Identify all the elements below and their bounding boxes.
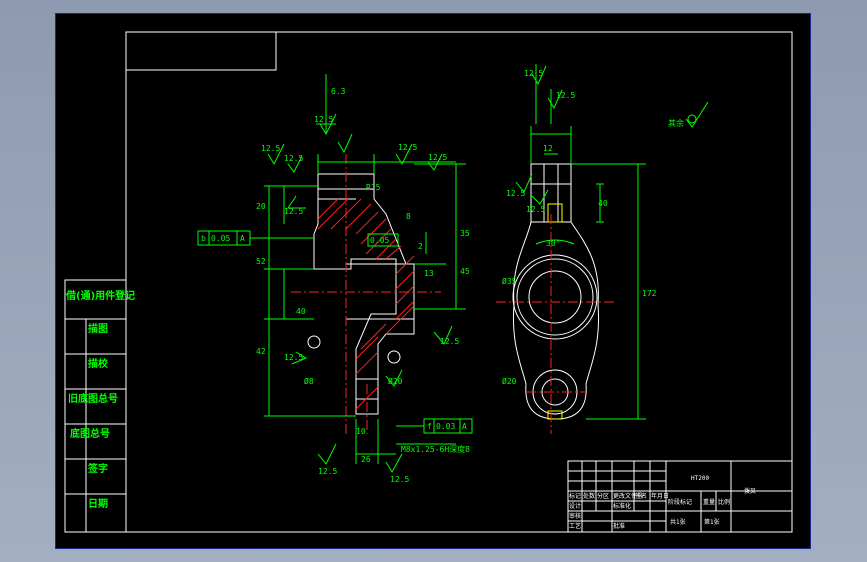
general-roughness-text: 其余 [668, 118, 684, 128]
ra-right-4: 12.5 [526, 205, 545, 214]
gdt1-value: 0.05 [211, 234, 230, 243]
left-dimension-lines [264, 74, 466, 464]
gdt1-datum: A [240, 234, 245, 243]
ra-left-2: 12.5 [284, 154, 303, 163]
left-section-view [291, 154, 441, 434]
ra-left-10: 12.5 [390, 475, 409, 484]
ra-left-8: 12.5 [284, 353, 303, 362]
dim-d20: Ø20 [388, 376, 403, 386]
dim-52: 52 [256, 257, 266, 266]
dim-10: 10 [356, 427, 366, 436]
tb-cell-13: 工艺 [569, 522, 581, 530]
tb-part-name: 拨叉 [744, 487, 756, 495]
ra-left-7: 12.5 [440, 337, 459, 346]
side-row-5: 签字 [87, 462, 108, 475]
dim-42: 42 [256, 347, 266, 356]
ra-right-3: 12.5 [506, 189, 525, 198]
gdt2-datum: A [462, 422, 467, 431]
ra-left-3: 12.5 [314, 115, 333, 124]
tb-cell-3: 分区 [597, 492, 609, 500]
dim-35: 35 [460, 229, 470, 238]
general-roughness-note [685, 101, 709, 128]
tb-cell-11: 比例 [718, 498, 730, 506]
cad-viewport[interactable]: 借(通)用件登记 描图 描校 旧底图总号 底图总号 签字 日期 12.5 12.… [55, 13, 811, 549]
gdt1-symbol: b [201, 234, 206, 243]
dim-13: 13 [424, 269, 434, 278]
ra-left-5: 12.5 [428, 153, 447, 162]
dim-right-30deg: 30° [546, 239, 560, 248]
ra-right-2: 12.5 [556, 91, 575, 100]
dim-45: 45 [460, 267, 470, 276]
side-registration-table [64, 279, 127, 533]
tb-cell-5: 签名 [635, 492, 647, 500]
dim-40: 40 [296, 307, 306, 316]
dim-right-d35: Ø35 [502, 276, 517, 286]
tb-material: HT200 [691, 475, 709, 482]
tb-cell-12: 审核 [569, 512, 581, 520]
top-left-box [125, 31, 277, 71]
tb-cell-6: 年月日 [651, 492, 669, 500]
tolerance-value: 0.05 [370, 236, 389, 245]
dim-r15: R15 [366, 183, 381, 192]
tb-cell-14: 批准 [613, 522, 625, 530]
right-dimension-lines [515, 64, 646, 420]
side-row-1: 描图 [88, 322, 108, 335]
tb-cell-16: 第1张 [704, 518, 720, 526]
dim-26: 26 [361, 455, 371, 464]
dim-d8: Ø8 [304, 376, 314, 386]
ra-left-1: 12.5 [261, 144, 280, 153]
gdt-frame-2 [396, 418, 473, 434]
side-row-2: 描校 [88, 357, 109, 370]
tb-cell-2: 处数 [583, 492, 595, 500]
drawing-canvas: 借(通)用件登记 描图 描校 旧底图总号 底图总号 签字 日期 12.5 12.… [64, 31, 793, 533]
dim-right-12: 12 [543, 144, 553, 153]
ra-left-9: 12.5 [318, 467, 337, 476]
dim-2: 2 [418, 242, 423, 251]
dim-right-172: 172 [642, 289, 657, 298]
side-table-header: 借(通)用件登记 [65, 289, 135, 302]
sheet-border [125, 31, 793, 533]
gdt2-value: 0.03 [436, 422, 455, 431]
dim-right-40: 40 [598, 199, 608, 208]
side-row-3: 旧底图总号 [68, 392, 118, 405]
tb-cell-8: 标准化 [613, 502, 631, 510]
gdt2-symbol: f [427, 422, 432, 431]
tb-cell-15: 共1张 [670, 518, 686, 526]
ra-left-6: 12.5 [284, 207, 303, 216]
roughness-symbols-left [267, 113, 453, 473]
side-row-6: 日期 [88, 497, 108, 510]
ra-right-1: 12.5 [524, 69, 543, 78]
dim-right-d20: Ø20 [502, 376, 517, 386]
side-row-4: 底图总号 [70, 427, 110, 440]
ra-left-4: 12.5 [398, 143, 417, 152]
tb-cell-7: 设计 [569, 502, 581, 510]
tb-cell-1: 标记 [569, 492, 581, 500]
tb-cell-10: 重量 [703, 498, 715, 506]
tb-cell-9: 阶段标记 [668, 498, 692, 506]
dim-8: 8 [406, 212, 411, 221]
thread-note: M8x1.25-6H深度8 [401, 444, 470, 454]
ra-left-11: 6.3 [331, 87, 346, 96]
dim-20: 20 [256, 202, 266, 211]
